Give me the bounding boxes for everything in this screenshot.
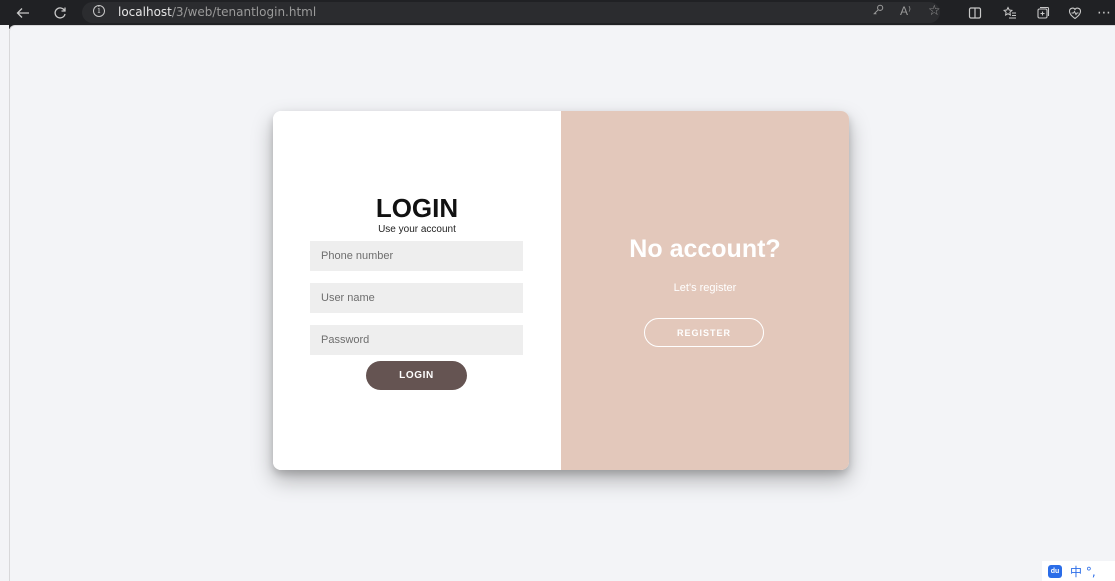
- no-account-heading: No account?: [629, 235, 781, 263]
- ime-logo-icon: du: [1048, 564, 1062, 578]
- login-heading: LOGIN: [375, 193, 459, 223]
- login-button[interactable]: LOGIN: [366, 361, 467, 390]
- login-card: LOGIN Use your account LOGIN No account?…: [273, 111, 849, 470]
- register-prompt: Let's register: [673, 282, 737, 294]
- register-panel: No account? Let's register REGISTER: [561, 111, 849, 470]
- login-panel: LOGIN Use your account LOGIN: [273, 111, 561, 470]
- collections-icon[interactable]: [1030, 0, 1056, 25]
- url-host: localhost: [118, 5, 172, 19]
- address-bar[interactable]: i localhost/3/web/tenantlogin.html A⁾ ☆: [82, 2, 941, 23]
- read-aloud-icon[interactable]: A⁾: [900, 4, 911, 18]
- url-text[interactable]: localhost/3/web/tenantlogin.html: [118, 5, 316, 19]
- ime-mode-text: 中 °,: [1070, 564, 1096, 579]
- refresh-icon[interactable]: [47, 0, 73, 25]
- site-info-icon[interactable]: i: [93, 5, 105, 17]
- split-screen-icon[interactable]: [962, 0, 988, 25]
- key-icon[interactable]: [872, 4, 884, 19]
- back-icon[interactable]: [10, 0, 36, 25]
- username-input[interactable]: [310, 283, 523, 313]
- url-path: /3/web/tenantlogin.html: [171, 5, 317, 19]
- more-menu-icon[interactable]: ⋯: [1094, 0, 1114, 25]
- browser-toolbar: i localhost/3/web/tenantlogin.html A⁾ ☆ …: [0, 0, 1115, 25]
- ime-indicator[interactable]: du 中 °,: [1042, 561, 1115, 581]
- favorites-list-icon[interactable]: [997, 0, 1023, 25]
- password-input[interactable]: [310, 325, 523, 355]
- login-subheading: Use your account: [378, 224, 456, 235]
- favorite-star-icon[interactable]: ☆: [928, 2, 941, 19]
- browser-essentials-icon[interactable]: [1062, 0, 1088, 25]
- phone-number-input[interactable]: [310, 241, 523, 271]
- register-button[interactable]: REGISTER: [644, 318, 764, 347]
